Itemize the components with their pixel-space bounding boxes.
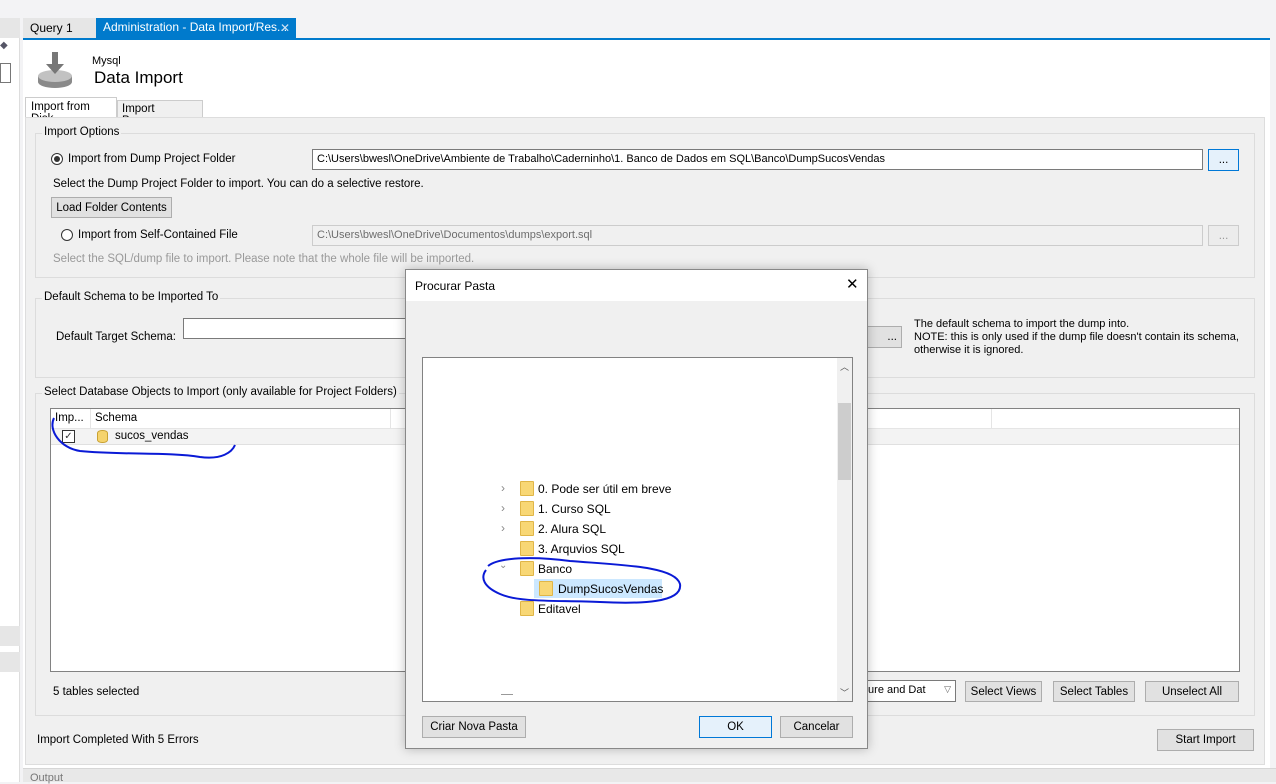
new-schema-button[interactable]: ... xyxy=(862,326,902,348)
tab-query-1[interactable]: Query 1 xyxy=(23,18,96,38)
database-icon xyxy=(97,430,108,443)
column-header-schema[interactable]: Schema xyxy=(91,409,391,429)
default-target-schema-select[interactable] xyxy=(183,318,413,339)
close-icon[interactable]: ✕ xyxy=(280,21,290,35)
dialog-title: Procurar Pasta xyxy=(415,279,496,293)
output-panel-header[interactable]: Output xyxy=(23,768,1276,784)
select-views-button[interactable]: Select Views xyxy=(965,681,1042,702)
dump-folder-radio-label: Import from Dump Project Folder xyxy=(68,153,236,165)
cancel-button[interactable]: Cancelar xyxy=(780,716,853,738)
tree-item[interactable]: 1. Curso SQL xyxy=(538,502,611,516)
new-folder-button[interactable]: Criar Nova Pasta xyxy=(422,716,526,738)
folder-icon xyxy=(520,601,534,616)
tree-item[interactable]: 3. Arquvios SQL xyxy=(538,542,625,556)
folder-icon xyxy=(539,581,553,596)
tree-item-label: DumpSucosVendas xyxy=(558,582,664,596)
row-checkbox[interactable]: ✓ xyxy=(62,430,75,443)
select-tables-button[interactable]: Select Tables xyxy=(1053,681,1135,702)
dump-folder-radio[interactable] xyxy=(51,153,63,165)
chevron-down-icon: ▽ xyxy=(944,684,951,694)
folder-icon xyxy=(520,481,534,496)
tree-scrollbar[interactable]: ︿ ﹀ xyxy=(837,358,852,701)
group-label: Default Schema to be Imported To xyxy=(42,291,221,303)
file-hint: Select the SQL/dump file to import. Plea… xyxy=(53,253,475,265)
folder-tree[interactable] xyxy=(422,357,853,702)
tab-label: Administration - Data Import/Res... xyxy=(103,20,288,34)
subtab-import-progress[interactable]: Import Progress xyxy=(117,100,203,127)
expand-icon[interactable]: › xyxy=(501,521,505,535)
tree-item[interactable]: Editavel xyxy=(538,602,581,616)
header-subtitle: Mysql xyxy=(92,55,121,67)
browse-folder-dialog: Procurar Pasta ✕ ︿ ﹀ › 0. Pode ser útil … xyxy=(405,269,868,749)
page-title: Data Import xyxy=(94,68,183,87)
default-target-schema-label: Default Target Schema: xyxy=(56,331,176,343)
self-contained-file-radio-label: Import from Self-Contained File xyxy=(78,229,238,241)
tables-selected-count: 5 tables selected xyxy=(53,686,140,698)
tree-item[interactable]: 2. Alura SQL xyxy=(538,522,606,536)
browse-file-button[interactable]: ... xyxy=(1208,225,1239,246)
browse-folder-button[interactable]: ... xyxy=(1208,149,1239,171)
subtab-import-from-disk[interactable]: Import from Disk xyxy=(25,97,117,125)
scroll-up-icon[interactable]: ︿ xyxy=(840,360,849,373)
folder-icon xyxy=(520,501,534,516)
arrow-icon: ◆ xyxy=(0,40,8,51)
output-label: Output xyxy=(30,772,64,784)
column-header-import[interactable]: Imp... xyxy=(51,409,91,429)
folder-icon xyxy=(520,561,534,576)
sidebar-box xyxy=(0,63,11,83)
scroll-thumb[interactable] xyxy=(838,403,851,480)
scroll-down-icon[interactable]: ﹀ xyxy=(840,686,849,699)
folder-icon xyxy=(520,521,534,536)
close-icon[interactable]: ✕ xyxy=(846,275,859,293)
dump-type-value: ture and Dat xyxy=(865,684,926,696)
expand-icon[interactable]: › xyxy=(501,501,505,515)
load-folder-contents-button[interactable]: Load Folder Contents xyxy=(51,197,172,218)
expand-icon[interactable]: › xyxy=(501,481,505,495)
import-disk-icon xyxy=(38,52,72,88)
self-contained-file-radio[interactable] xyxy=(61,229,73,241)
tree-item-selected[interactable]: DumpSucosVendas xyxy=(534,579,664,598)
file-path-input[interactable]: C:\Users\bwesl\OneDrive\Documentos\dumps… xyxy=(312,225,1203,246)
group-label: Select Database Objects to Import (only … xyxy=(42,386,399,398)
left-sidebar: ◆ xyxy=(0,18,20,782)
schema-note-3: otherwise it is ignored. xyxy=(914,344,1024,356)
tree-item[interactable]: Banco xyxy=(538,562,572,576)
tab-administration[interactable]: Administration - Data Import/Res... ✕ xyxy=(96,18,296,38)
folder-icon xyxy=(520,541,534,556)
schema-note-1: The default schema to import the dump in… xyxy=(914,318,1130,330)
schema-note-2: NOTE: this is only used if the dump file… xyxy=(914,331,1239,343)
dump-folder-path-input[interactable]: C:\Users\bwesl\OneDrive\Ambiente de Trab… xyxy=(312,149,1203,170)
tree-item[interactable]: 0. Pode ser útil em breve xyxy=(538,482,671,496)
collapse-icon[interactable]: ⌄ xyxy=(499,560,507,571)
dump-folder-hint: Select the Dump Project Folder to import… xyxy=(53,178,424,190)
ok-button[interactable]: OK xyxy=(699,716,772,738)
group-label: Import Options xyxy=(42,126,122,138)
unselect-all-button[interactable]: Unselect All xyxy=(1145,681,1239,702)
import-status: Import Completed With 5 Errors xyxy=(37,734,199,746)
schema-name: sucos_vendas xyxy=(115,430,189,442)
start-import-button[interactable]: Start Import xyxy=(1157,729,1254,751)
